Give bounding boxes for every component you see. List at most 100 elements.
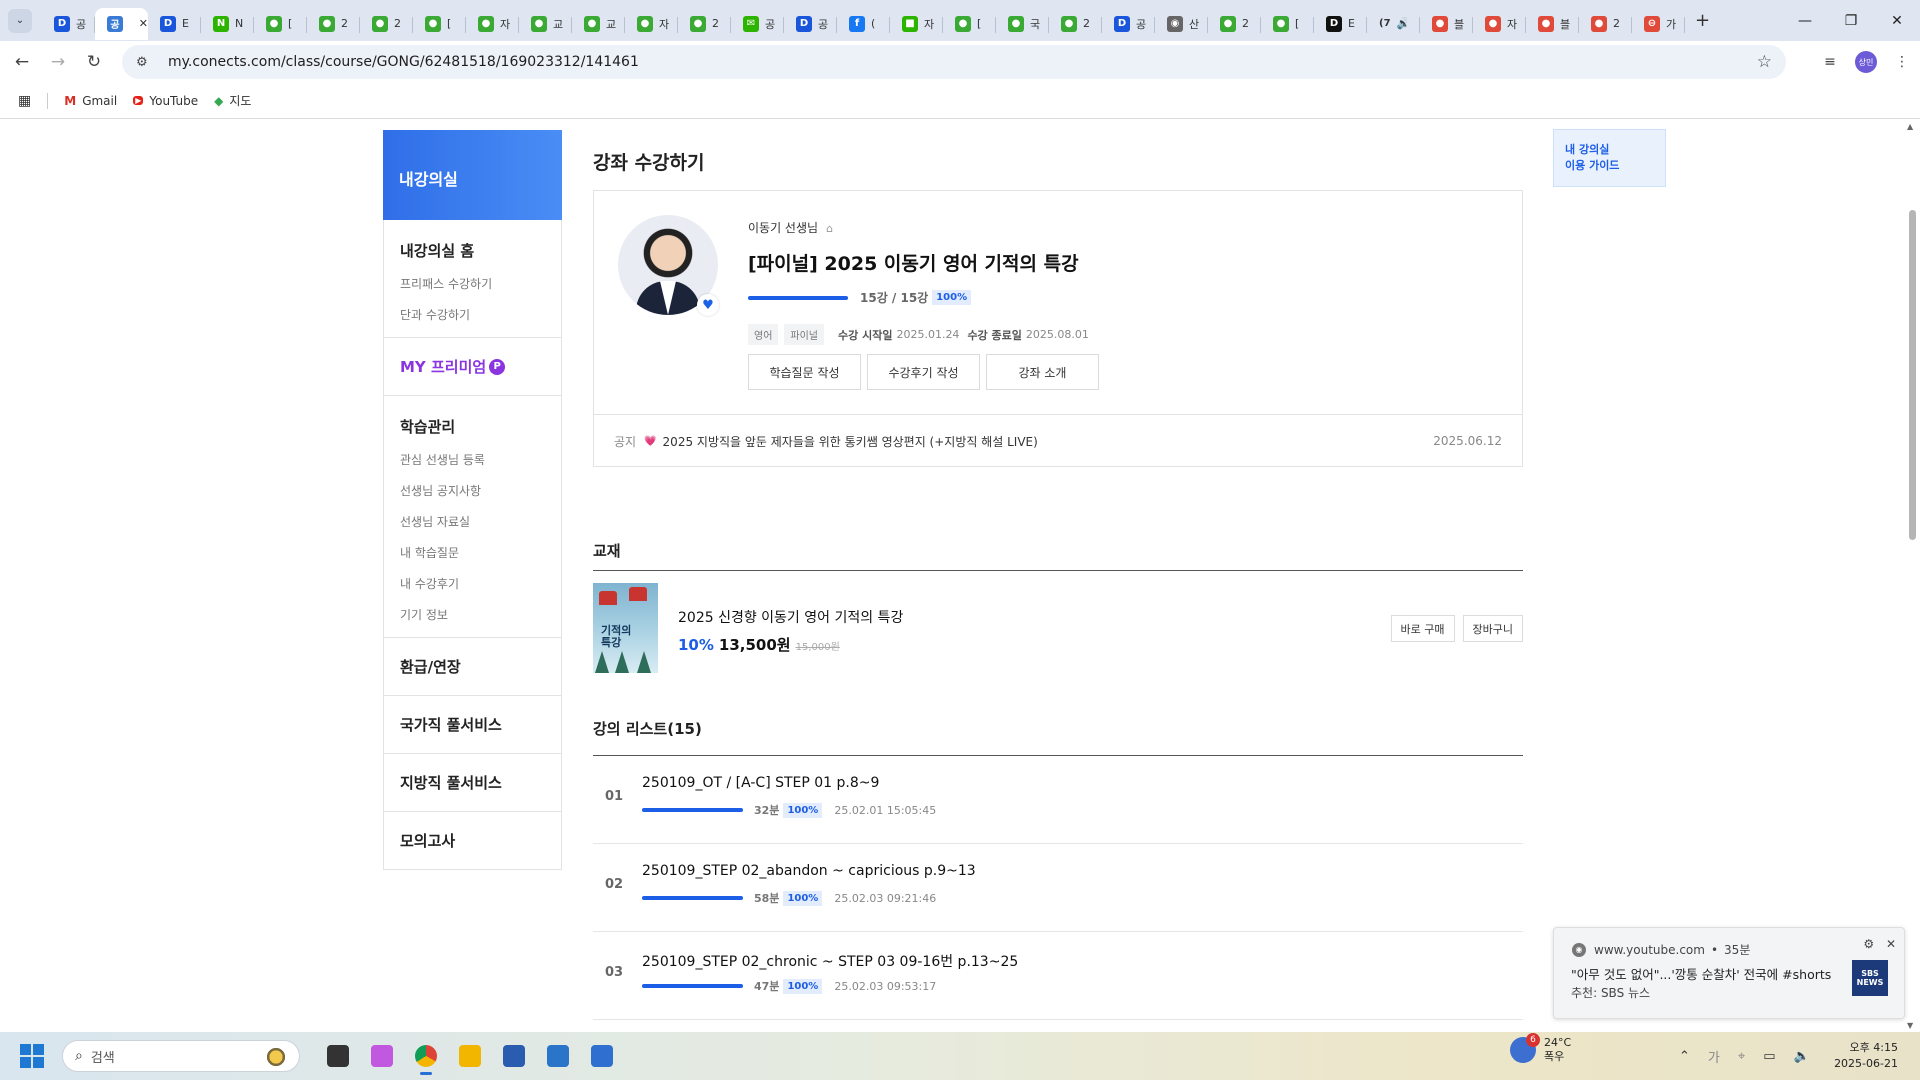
course-intro-button[interactable]: 강좌 소개 [986, 354, 1099, 390]
sidebar-link[interactable]: 선생님 공지사항 [400, 482, 545, 499]
taskbar-app-notepad[interactable] [580, 1036, 624, 1076]
browser-tab[interactable]: ◉ 산 [1155, 8, 1208, 40]
browser-tab[interactable]: D공 [42, 8, 95, 40]
lecture-row[interactable]: 01 250109_OT / [A-C] STEP 01 p.8~9 32분 100%… [593, 757, 1523, 844]
taskbar-app-copilot[interactable] [360, 1036, 404, 1076]
browser-tab[interactable]: ● 2 [1579, 8, 1632, 40]
notice-row[interactable]: 공지 💗 2025 지방직을 앞둔 제자들을 위한 통키쌤 영상편지 (+지방직… [594, 414, 1522, 467]
lecture-row[interactable]: 03 250109_STEP 02_chronic ~ STEP 03 09-16… [593, 933, 1523, 1020]
browser-tab[interactable]: DE [148, 8, 201, 40]
reload-button[interactable]: ↻ [76, 52, 112, 72]
sidebar-item-title[interactable]: MY 프리미엄 P [400, 356, 545, 377]
url-text[interactable]: my.conects.com/class/course/GONG/6248151… [168, 54, 639, 70]
settings-gear-icon[interactable]: ⚙ [1863, 937, 1874, 951]
media-control-icon[interactable]: ≡ [1812, 54, 1848, 70]
sidebar-item-title[interactable]: 지방직 풀서비스 [400, 772, 545, 793]
bookmark-maps[interactable]: ◆ 지도 [214, 92, 251, 109]
tab-search-button[interactable]: ⌄ [8, 8, 32, 33]
sidebar-link[interactable]: 관심 선생님 등록 [400, 451, 545, 468]
browser-tab[interactable]: ●[ [1261, 8, 1314, 40]
windows-start-icon[interactable] [20, 1044, 44, 1068]
browser-tab[interactable]: ● 블 [1420, 8, 1473, 40]
sidebar-item-title[interactable]: 모의고사 [400, 830, 545, 851]
browser-tab[interactable]: (7 🔊 [1367, 8, 1420, 40]
minimize-icon[interactable]: — [1782, 0, 1828, 41]
menu-icon[interactable]: ⋮ [1884, 54, 1920, 70]
browser-tab[interactable]: f( [837, 8, 890, 40]
sidebar-link[interactable]: 프리패스 수강하기 [400, 275, 545, 292]
browser-tab[interactable]: ● 2 [307, 8, 360, 40]
browser-tab[interactable]: ● 국 [996, 8, 1049, 40]
heart-icon[interactable]: ♥ [697, 294, 719, 316]
textbook-cover[interactable]: 기적의 특강 [593, 583, 658, 673]
weather-widget[interactable]: 6 24°C 폭우 [1510, 1033, 1571, 1064]
chevron-up-icon[interactable]: ⌃ [1679, 1049, 1690, 1064]
sidebar-header[interactable]: 내강의실 [383, 130, 562, 220]
lecture-title[interactable]: 250109_OT / [A-C] STEP 01 p.8~9 [642, 775, 879, 791]
add-to-cart-button[interactable]: 장바구니 [1462, 615, 1523, 642]
close-window-icon[interactable]: ✕ [1874, 0, 1920, 41]
bookmark-star-icon[interactable]: ☆ [1757, 52, 1772, 72]
network-icon[interactable]: ▭ [1763, 1049, 1775, 1064]
browser-tab[interactable]: ● 자 [466, 8, 519, 40]
teacher-name[interactable]: 이동기 선생님 ⌂ [748, 219, 833, 236]
sidebar-link[interactable]: 선생님 자료실 [400, 513, 545, 530]
notice-text[interactable]: 2025 지방직을 앞둔 제자들을 위한 통키쌤 영상편지 (+지방직 해설 L… [663, 433, 1038, 450]
browser-tab[interactable]: ● 2 [360, 8, 413, 40]
browser-tab[interactable]: ● 2 [678, 8, 731, 40]
taskbar-app-chrome[interactable] [404, 1036, 448, 1076]
browser-tab[interactable]: D공 [1102, 8, 1155, 40]
home-icon[interactable]: ⌂ [826, 222, 833, 235]
sidebar-item-title[interactable]: 학습관리 [400, 416, 545, 437]
browser-tab[interactable]: ⊖ 가 [1632, 8, 1685, 40]
bookmark-gmail[interactable]: M Gmail [64, 94, 117, 108]
browser-tab[interactable]: ● 2 [1049, 8, 1102, 40]
browser-tab[interactable]: ●[ [943, 8, 996, 40]
lecture-title[interactable]: 250109_STEP 02_abandon ~ capricious p.9~… [642, 863, 976, 879]
sidebar-link[interactable]: 기기 정보 [400, 606, 545, 623]
browser-tab[interactable]: ■ 자 [890, 8, 943, 40]
sidebar-item-title[interactable]: 환급/연장 [400, 656, 545, 677]
taskbar-search[interactable]: ⌕ 검색 [62, 1040, 300, 1072]
buy-now-button[interactable]: 바로 구매 [1390, 615, 1455, 642]
browser-tab[interactable]: 공 ✕ [95, 7, 148, 40]
classroom-guide-button[interactable]: 내 강의실 이용 가이드 [1553, 129, 1666, 187]
tab-close-icon[interactable]: ✕ [139, 17, 148, 30]
bookmark-youtube[interactable]: ▶ YouTube [133, 94, 198, 108]
lecture-title[interactable]: 250109_STEP 02_chronic ~ STEP 03 09-16번 … [642, 951, 1018, 971]
system-clock[interactable]: 오후 4:15 2025-06-21 [1834, 1040, 1898, 1072]
browser-tab[interactable]: NN [201, 8, 254, 40]
browser-tab[interactable]: ✉ 공 [731, 8, 784, 40]
ime-icon[interactable]: 가 [1708, 1047, 1720, 1066]
forward-button[interactable]: → [40, 52, 76, 72]
write-question-button[interactable]: 학습질문 작성 [748, 354, 861, 390]
back-button[interactable]: ← [4, 52, 40, 72]
restore-icon[interactable]: ❐ [1828, 0, 1874, 41]
sidebar-link[interactable]: 내 수강후기 [400, 575, 545, 592]
address-bar[interactable]: ⚙ my.conects.com/class/course/GONG/62481… [122, 45, 1786, 79]
taskbar-app-app-blue[interactable] [492, 1036, 536, 1076]
apps-grid-icon[interactable]: ▦ [18, 93, 31, 109]
taskbar-app-task-view[interactable] [316, 1036, 360, 1076]
browser-tab[interactable]: ● 자 [625, 8, 678, 40]
write-review-button[interactable]: 수강후기 작성 [867, 354, 980, 390]
scroll-down-icon[interactable]: ▼ [1907, 1021, 1913, 1030]
browser-tab[interactable]: D공 [784, 8, 837, 40]
scroll-thumb[interactable] [1909, 210, 1916, 540]
sidebar-link[interactable]: 단과 수강하기 [400, 306, 545, 323]
browser-tab[interactable]: ●[ [254, 8, 307, 40]
textbook-name[interactable]: 2025 신경향 이동기 영어 기적의 특강 [678, 607, 903, 627]
lecture-row[interactable]: 02 250109_STEP 02_abandon ~ capricious p.… [593, 845, 1523, 932]
sidebar-item-title[interactable]: 국가직 풀서비스 [400, 714, 545, 735]
browser-tab[interactable]: ● 블 [1526, 8, 1579, 40]
volume-icon[interactable]: 🔈 [1794, 1049, 1810, 1064]
scroll-up-icon[interactable]: ▲ [1907, 122, 1913, 131]
new-tab-button[interactable]: + [1695, 10, 1710, 31]
site-info-icon[interactable]: ⚙ [136, 55, 156, 70]
sidebar-link[interactable]: 내 학습질문 [400, 544, 545, 561]
notification-toast[interactable]: ◉ www.youtube.com • 35분 ⚙ ✕ "아무 것도 없어"..… [1553, 927, 1905, 1019]
browser-tab[interactable]: ●[ [413, 8, 466, 40]
browser-tab[interactable]: ● 자 [1473, 8, 1526, 40]
browser-tab[interactable]: ● 교 [572, 8, 625, 40]
close-icon[interactable]: ✕ [1886, 937, 1896, 951]
